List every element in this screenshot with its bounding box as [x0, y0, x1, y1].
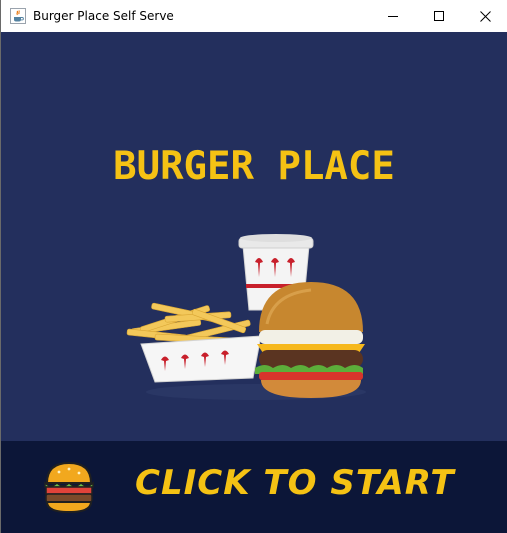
burger-icon — [41, 459, 97, 515]
window-title: Burger Place Self Serve — [33, 9, 174, 23]
close-icon — [479, 10, 491, 22]
app-window: Burger Place Self Serve BURGER PLACE CLI… — [0, 0, 507, 533]
maximize-button[interactable] — [416, 0, 462, 32]
burger-combo-meal-image — [121, 232, 381, 412]
fries-icon — [126, 302, 262, 383]
close-button[interactable] — [462, 0, 507, 32]
title-bar[interactable]: Burger Place Self Serve — [1, 0, 507, 32]
minimize-icon — [388, 11, 398, 21]
minimize-button[interactable] — [370, 0, 416, 32]
burger-icon — [255, 282, 365, 398]
maximize-icon — [434, 11, 444, 21]
start-button[interactable]: CLICK TO START — [1, 441, 507, 533]
start-label: CLICK TO START — [135, 463, 455, 503]
java-cup-icon — [10, 8, 26, 24]
page-title: BURGER PLACE — [113, 144, 395, 189]
